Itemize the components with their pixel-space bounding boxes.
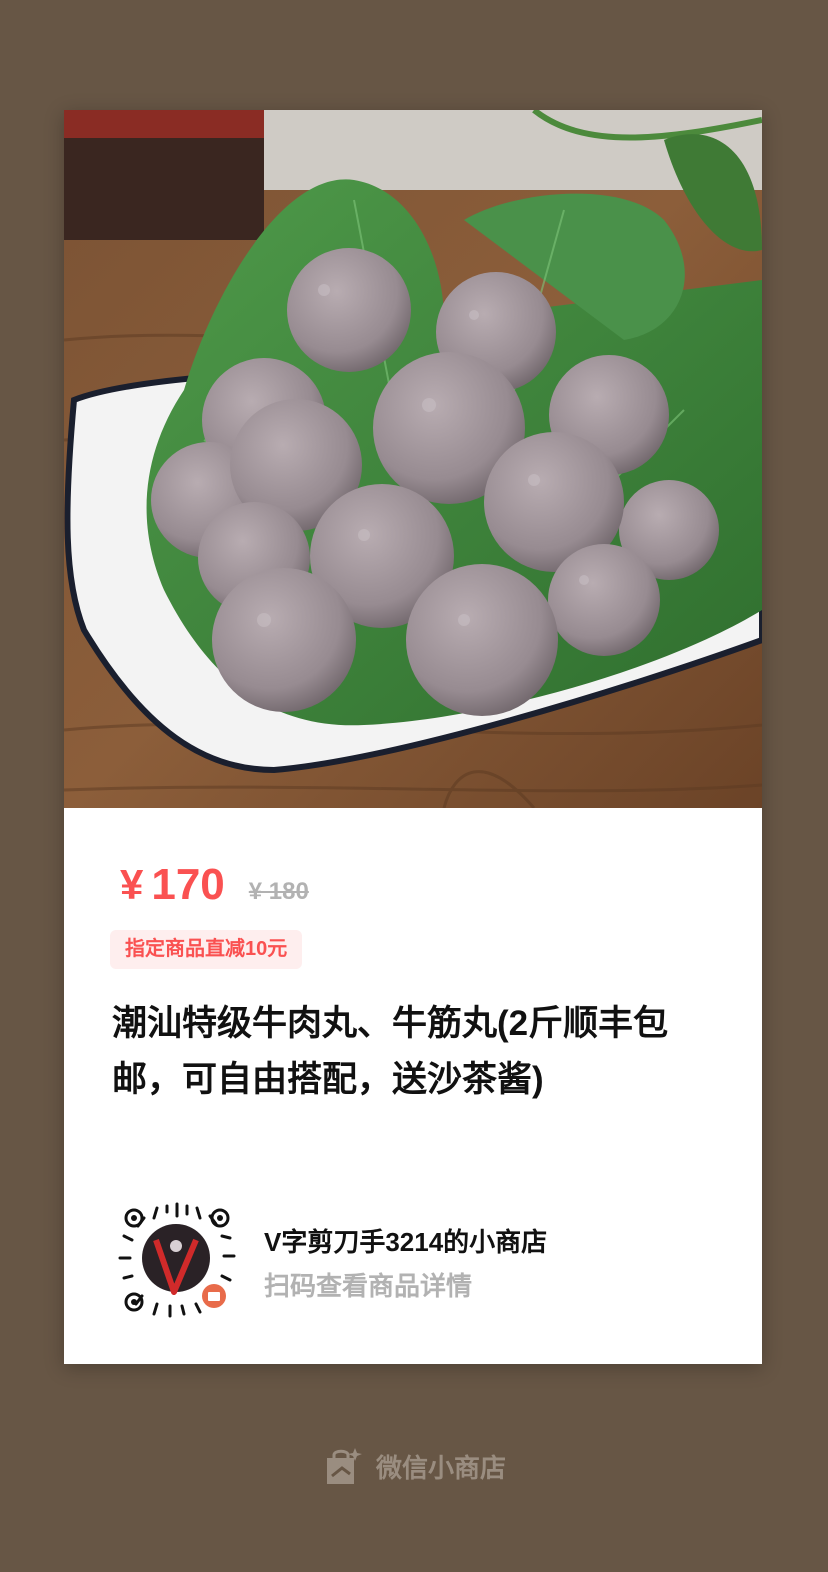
- product-share-card: ¥170 ¥ 180 指定商品直减10元 潮汕特级牛肉丸、牛筋丸(2斤顺丰包邮，…: [64, 110, 762, 1364]
- shop-name: V字剪刀手3214的小商店: [264, 1227, 548, 1257]
- footer-branding: 微信小商店: [0, 1442, 828, 1490]
- qr-code[interactable]: [112, 1196, 242, 1324]
- footer-label: 微信小商店: [375, 1452, 506, 1483]
- footer-branding-inner: 微信小商店: [322, 1446, 506, 1486]
- product-title: 潮汕特级牛肉丸、牛筋丸(2斤顺丰包邮，可自由搭配，送沙茶酱): [112, 1004, 669, 1099]
- shopping-bag-icon: [326, 1448, 362, 1484]
- original-price: ¥ 180: [248, 878, 309, 905]
- currency-symbol: ¥: [120, 861, 144, 908]
- price-value: 170: [151, 860, 225, 909]
- promo-badge: 指定商品直减10元: [110, 930, 303, 969]
- product-image[interactable]: [64, 110, 762, 808]
- price-row: ¥170 ¥ 180: [120, 860, 309, 910]
- scan-hint: 扫码查看商品详情: [264, 1271, 473, 1301]
- beef-balls-photo-icon: [64, 110, 762, 808]
- current-price: ¥170: [120, 860, 225, 910]
- mini-program-qr-code-icon: [112, 1196, 242, 1324]
